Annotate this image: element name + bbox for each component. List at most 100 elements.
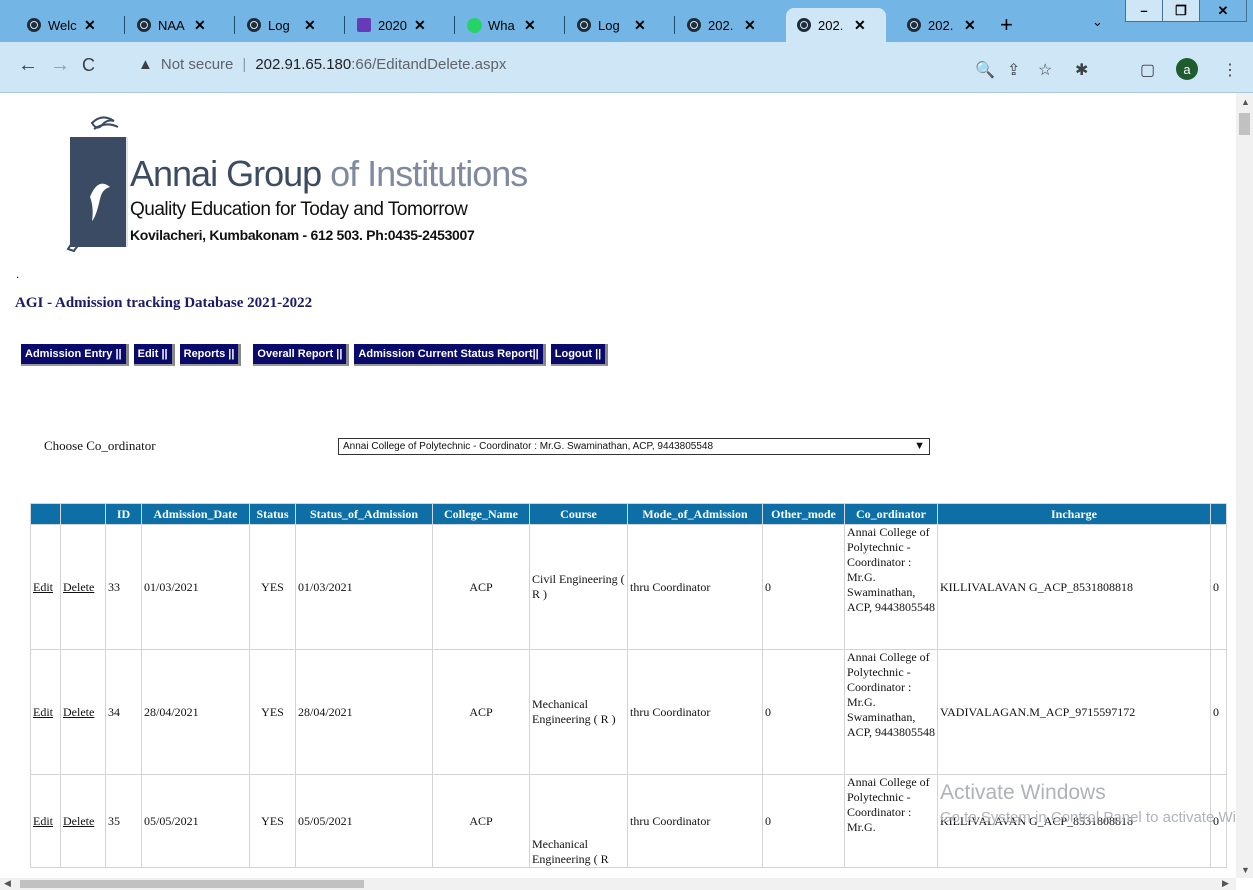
scroll-down-arrow-icon[interactable]: ▼	[1241, 865, 1250, 875]
edit-link[interactable]: Edit	[33, 705, 53, 719]
maximize-button[interactable]: ❐	[1162, 0, 1200, 22]
menu-reports[interactable]: Reports ||	[179, 344, 242, 366]
forms-icon	[356, 17, 372, 33]
browser-tab[interactable]: Wha ✕	[456, 8, 552, 42]
tab-strip: Welc ✕ NAA ✕ Log ✕ 2020 ✕ Wha ✕ Log ✕ 202. ✕ 202. ✕ 202.…	[0, 0, 1253, 42]
horizontal-scrollbar[interactable]: ◀ ▶	[0, 878, 1236, 890]
tab-title: NAA	[158, 17, 185, 33]
browser-tab[interactable]: 202. ✕	[896, 8, 992, 42]
column-header: Mode_of_Admission	[627, 503, 763, 525]
cell-extra: 0	[1210, 524, 1227, 650]
column-header: Course	[529, 503, 628, 525]
globe-icon	[686, 17, 702, 33]
tab-close-icon[interactable]: ✕	[194, 17, 206, 34]
forward-button[interactable]: →	[50, 55, 70, 75]
cell-other-mode: 0	[762, 524, 845, 650]
minimize-button[interactable]: –	[1125, 0, 1163, 22]
cell-college: ACP	[432, 774, 530, 868]
tab-close-icon[interactable]: ✕	[84, 17, 96, 34]
column-header	[30, 503, 61, 525]
tab-close-icon[interactable]: ✕	[524, 17, 536, 34]
delete-link[interactable]: Delete	[63, 814, 94, 828]
bookmark-star-icon[interactable]: ☆	[1038, 60, 1052, 80]
back-button[interactable]: ←	[18, 55, 38, 75]
url-path[interactable]: :66/EditandDelete.aspx	[351, 56, 506, 73]
browser-tab[interactable]: NAA ✕	[126, 8, 222, 42]
scroll-right-arrow-icon[interactable]: ▶	[1222, 878, 1229, 889]
column-header: Status_of_Admission	[295, 503, 433, 525]
scroll-left-arrow-icon[interactable]: ◀	[4, 878, 11, 889]
globe-icon	[576, 17, 592, 33]
cell-mode: thru Coordinator	[627, 649, 763, 775]
column-header: Admission_Date	[141, 503, 250, 525]
cell-course: Mechanical Engineering ( R )	[529, 649, 628, 775]
reload-button[interactable]: C	[82, 55, 95, 75]
column-header: Status	[249, 503, 296, 525]
tab-close-icon[interactable]: ✕	[304, 17, 316, 34]
tab-close-icon[interactable]: ✕	[414, 17, 426, 34]
delete-link[interactable]: Delete	[63, 580, 94, 594]
edit-link[interactable]: Edit	[33, 580, 53, 594]
delete-link[interactable]: Delete	[63, 705, 94, 719]
extensions-puzzle-icon[interactable]: ✱	[1075, 60, 1088, 80]
cell-other-mode: 0	[762, 649, 845, 775]
vertical-scroll-thumb[interactable]	[1239, 113, 1250, 135]
side-panel-icon[interactable]: ▢	[1140, 60, 1155, 80]
browser-menu-icon[interactable]: ⋮	[1222, 60, 1238, 80]
zoom-icon[interactable]: 🔍	[975, 60, 995, 80]
browser-tab[interactable]: 202. ✕	[676, 8, 772, 42]
column-header: Co_ordinator	[844, 503, 938, 525]
emblem-panel	[70, 137, 128, 247]
edit-link[interactable]: Edit	[33, 814, 53, 828]
menu-edit[interactable]: Edit ||	[133, 344, 175, 366]
tab-title: Log	[268, 17, 290, 33]
globe-icon	[136, 17, 152, 33]
scroll-up-arrow-icon[interactable]: ▲	[1241, 97, 1250, 107]
menu-logout[interactable]: Logout ||	[550, 344, 609, 366]
browser-tab[interactable]: Log ✕	[236, 8, 332, 42]
coordinator-select[interactable]: Annai College of Polytechnic - Coordinat…	[338, 438, 930, 455]
profile-avatar[interactable]: a	[1176, 58, 1198, 80]
new-tab-button[interactable]: +	[1000, 12, 1013, 38]
table-row: Edit Delete 34 28/04/2021 YES 28/04/2021 ACP Me…	[30, 649, 1227, 775]
tab-close-icon[interactable]: ✕	[854, 17, 866, 34]
menu-overall-report[interactable]: Overall Report ||	[253, 344, 350, 366]
cell-incharge: KILLIVALAVAN G_ACP_8531808818	[937, 524, 1211, 650]
stray-dot: .	[16, 267, 20, 281]
browser-tab[interactable]: 202. ✕	[786, 8, 886, 42]
tab-close-icon[interactable]: ✕	[634, 17, 646, 34]
url-host[interactable]: 202.91.65.180	[255, 56, 351, 73]
delete-cell: Delete	[60, 774, 106, 868]
cell-status-of-admission: 01/03/2021	[295, 524, 433, 650]
tab-close-icon[interactable]: ✕	[964, 17, 976, 34]
share-icon[interactable]: ⇪	[1007, 60, 1020, 80]
browser-tab[interactable]: Log ✕	[566, 8, 662, 42]
browser-tab[interactable]: Welc ✕	[16, 8, 112, 42]
tab-separator	[344, 16, 345, 34]
menu-admission-current-status-report[interactable]: Admission Current Status Report||	[354, 344, 546, 366]
institution-logo: Annai Group of Institutions Quality Educ…	[62, 111, 528, 256]
coordinator-selected-value: Annai College of Polytechnic - Coordinat…	[343, 441, 714, 452]
cell-college: ACP	[432, 524, 530, 650]
cell-id: 33	[105, 524, 142, 650]
not-secure-warning-icon[interactable]: ▲	[138, 56, 153, 73]
security-label[interactable]: Not secure	[161, 56, 234, 73]
chevron-down-icon: ▼	[914, 440, 925, 452]
tab-close-icon[interactable]: ✕	[744, 17, 756, 34]
tab-search-chevron-icon[interactable]: ⌄	[1092, 14, 1103, 30]
horizontal-scroll-thumb[interactable]	[20, 880, 364, 888]
address-bar[interactable]: ▲ Not secure | 202.91.65.180:66/EditandD…	[138, 56, 506, 73]
vertical-scrollbar[interactable]: ▲ ▼	[1236, 93, 1253, 878]
close-window-button[interactable]: ✕	[1199, 0, 1247, 22]
tab-separator	[234, 16, 235, 34]
delete-cell: Delete	[60, 649, 106, 775]
whatsapp-icon	[466, 17, 482, 33]
menu-admission-entry[interactable]: Admission Entry ||	[21, 344, 129, 366]
globe-icon	[906, 17, 922, 33]
tab-separator	[674, 16, 675, 34]
cell-incharge: VADIVALAGAN.M_ACP_9715597172	[937, 649, 1211, 775]
browser-tab[interactable]: 2020 ✕	[346, 8, 442, 42]
column-header	[60, 503, 106, 525]
edit-cell: Edit	[30, 649, 61, 775]
activate-windows-message: Go to System in Control Panel to activat…	[940, 809, 1236, 826]
